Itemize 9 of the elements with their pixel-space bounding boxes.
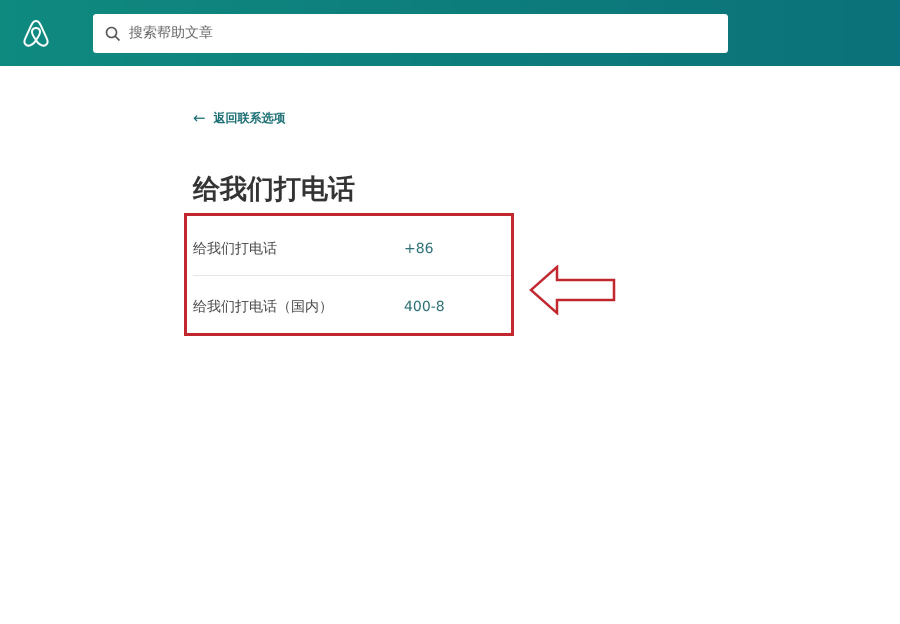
phone-label: 给我们打电话 (193, 240, 278, 258)
search-icon (105, 26, 121, 42)
phone-number-link[interactable]: +86 (404, 241, 513, 257)
phone-label: 给我们打电话（国内） (193, 298, 334, 316)
search-field[interactable]: 搜索帮助文章 (93, 14, 728, 52)
logo-icon[interactable] (22, 18, 50, 48)
phone-number-link[interactable]: 400-8 (404, 299, 513, 315)
page-title: 给我们打电话 (193, 173, 356, 207)
back-link[interactable]: ← 返回联系选项 (193, 109, 286, 127)
